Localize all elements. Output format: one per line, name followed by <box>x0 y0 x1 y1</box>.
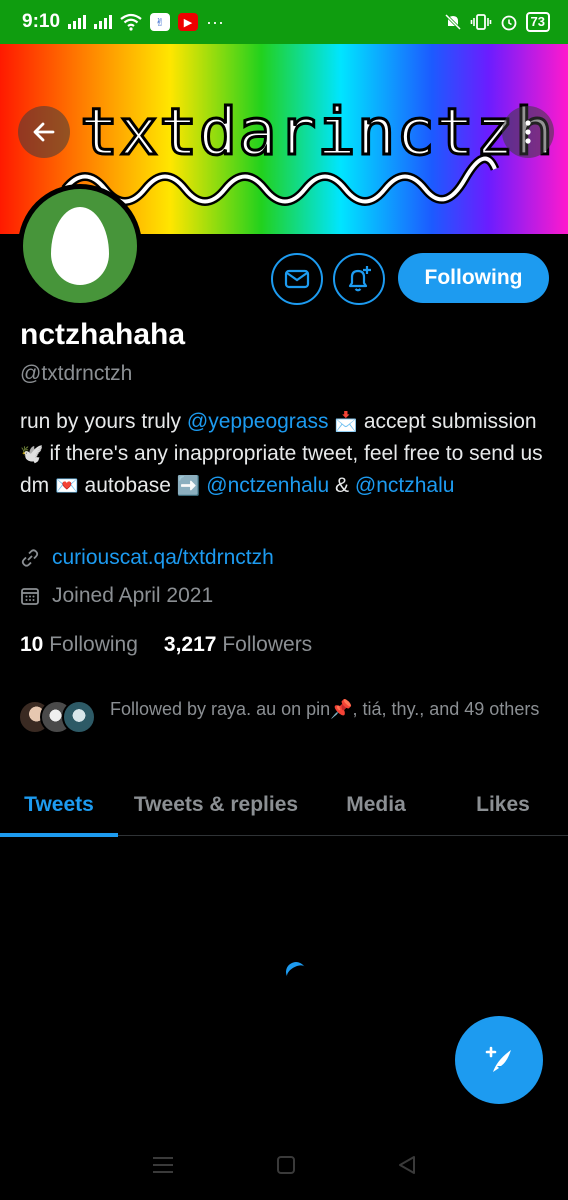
back-button[interactable] <box>18 106 70 158</box>
following-count-link[interactable]: 10 Following <box>20 633 138 657</box>
dove-emoji: 🕊️ <box>20 444 44 465</box>
following-label: Following <box>49 633 138 656</box>
more-options-button[interactable] <box>502 106 554 158</box>
avatar <box>62 700 96 734</box>
signal-icon <box>68 15 87 29</box>
website-link[interactable]: curiouscat.qa/txtdrnctzh <box>52 546 274 570</box>
app-notification-icon: ✌ <box>150 13 171 31</box>
bio-text: run by yours truly <box>20 410 187 433</box>
menu-icon[interactable] <box>151 1155 175 1175</box>
display-name: nctzhahaha <box>20 318 186 351</box>
joined-row: Joined April 2021 <box>20 584 213 608</box>
tab-tweets-and-replies[interactable]: Tweets & replies <box>118 774 314 836</box>
mute-icon <box>444 13 461 31</box>
status-bar: 9:10 ✌ ▶ ··· 73 <box>0 0 568 44</box>
more-notifications-icon: ··· <box>206 11 225 32</box>
more-vertical-icon <box>525 120 531 144</box>
followed-by-text: Followed by raya. au on pin📌, tiá, thy.,… <box>110 699 540 719</box>
youtube-icon: ▶ <box>178 13 199 31</box>
user-handle: @txtdrnctzh <box>20 362 133 385</box>
bio-text: accept submission <box>358 410 537 433</box>
following-button[interactable]: Following <box>398 253 549 303</box>
back-arrow-icon <box>33 122 55 142</box>
avatar-image <box>23 189 137 303</box>
followers-count-link[interactable]: 3,217 Followers <box>164 633 312 657</box>
following-count: 10 <box>20 633 44 656</box>
right-arrow-emoji: ➡️ <box>176 476 201 497</box>
follow-counts: 10 Following 3,217 Followers <box>20 633 312 657</box>
compose-feather-icon <box>485 1046 511 1072</box>
bio-mention-link[interactable]: @nctzhalu <box>355 474 455 497</box>
calendar-icon <box>21 588 39 605</box>
banner-wave-decoration <box>61 154 500 206</box>
followers-count: 3,217 <box>163 633 217 656</box>
website-row: curiouscat.qa/txtdrnctzh <box>20 546 274 570</box>
status-time: 9:10 <box>22 11 61 32</box>
home-square-icon[interactable] <box>276 1155 296 1175</box>
wifi-icon <box>120 13 142 31</box>
joined-date: Joined April 2021 <box>52 584 214 607</box>
link-icon <box>21 549 39 567</box>
message-button[interactable] <box>271 253 323 305</box>
bio-mention-link[interactable]: @yeppeograss <box>187 410 329 433</box>
profile-tabs: Tweets Tweets & replies Media Likes <box>0 774 568 837</box>
tab-tweets[interactable]: Tweets <box>0 774 118 837</box>
tab-media[interactable]: Media <box>314 774 438 836</box>
love-letter-emoji: 💌 <box>55 476 79 497</box>
followed-by-row[interactable]: Followed by raya. au on pin📌, tiá, thy.,… <box>18 696 540 736</box>
bio-mention-link[interactable]: @nctzenhalu <box>206 474 329 497</box>
compose-tweet-button[interactable] <box>455 1016 543 1104</box>
battery-indicator: 73 <box>525 12 550 32</box>
system-nav-bar <box>0 1130 568 1200</box>
back-triangle-icon[interactable] <box>397 1155 417 1175</box>
signal-icon <box>94 15 113 29</box>
egg-icon <box>51 207 109 285</box>
follower-avatars <box>18 696 98 736</box>
bio-text: autobase <box>78 474 177 497</box>
notifications-button[interactable] <box>333 253 385 305</box>
profile-bio: run by yours truly @yeppeograss 📩 accept… <box>20 406 550 502</box>
profile-avatar[interactable] <box>18 184 142 308</box>
loading-spinner <box>282 958 310 986</box>
alarm-icon <box>501 15 516 31</box>
incoming-envelope-emoji: 📩 <box>334 412 358 433</box>
bell-plus-icon <box>348 266 371 292</box>
tab-likes[interactable]: Likes <box>438 774 568 836</box>
bio-text: & <box>329 474 355 497</box>
vibrate-icon <box>470 14 491 30</box>
mail-icon <box>284 269 310 289</box>
followers-label: Followers <box>222 633 313 656</box>
